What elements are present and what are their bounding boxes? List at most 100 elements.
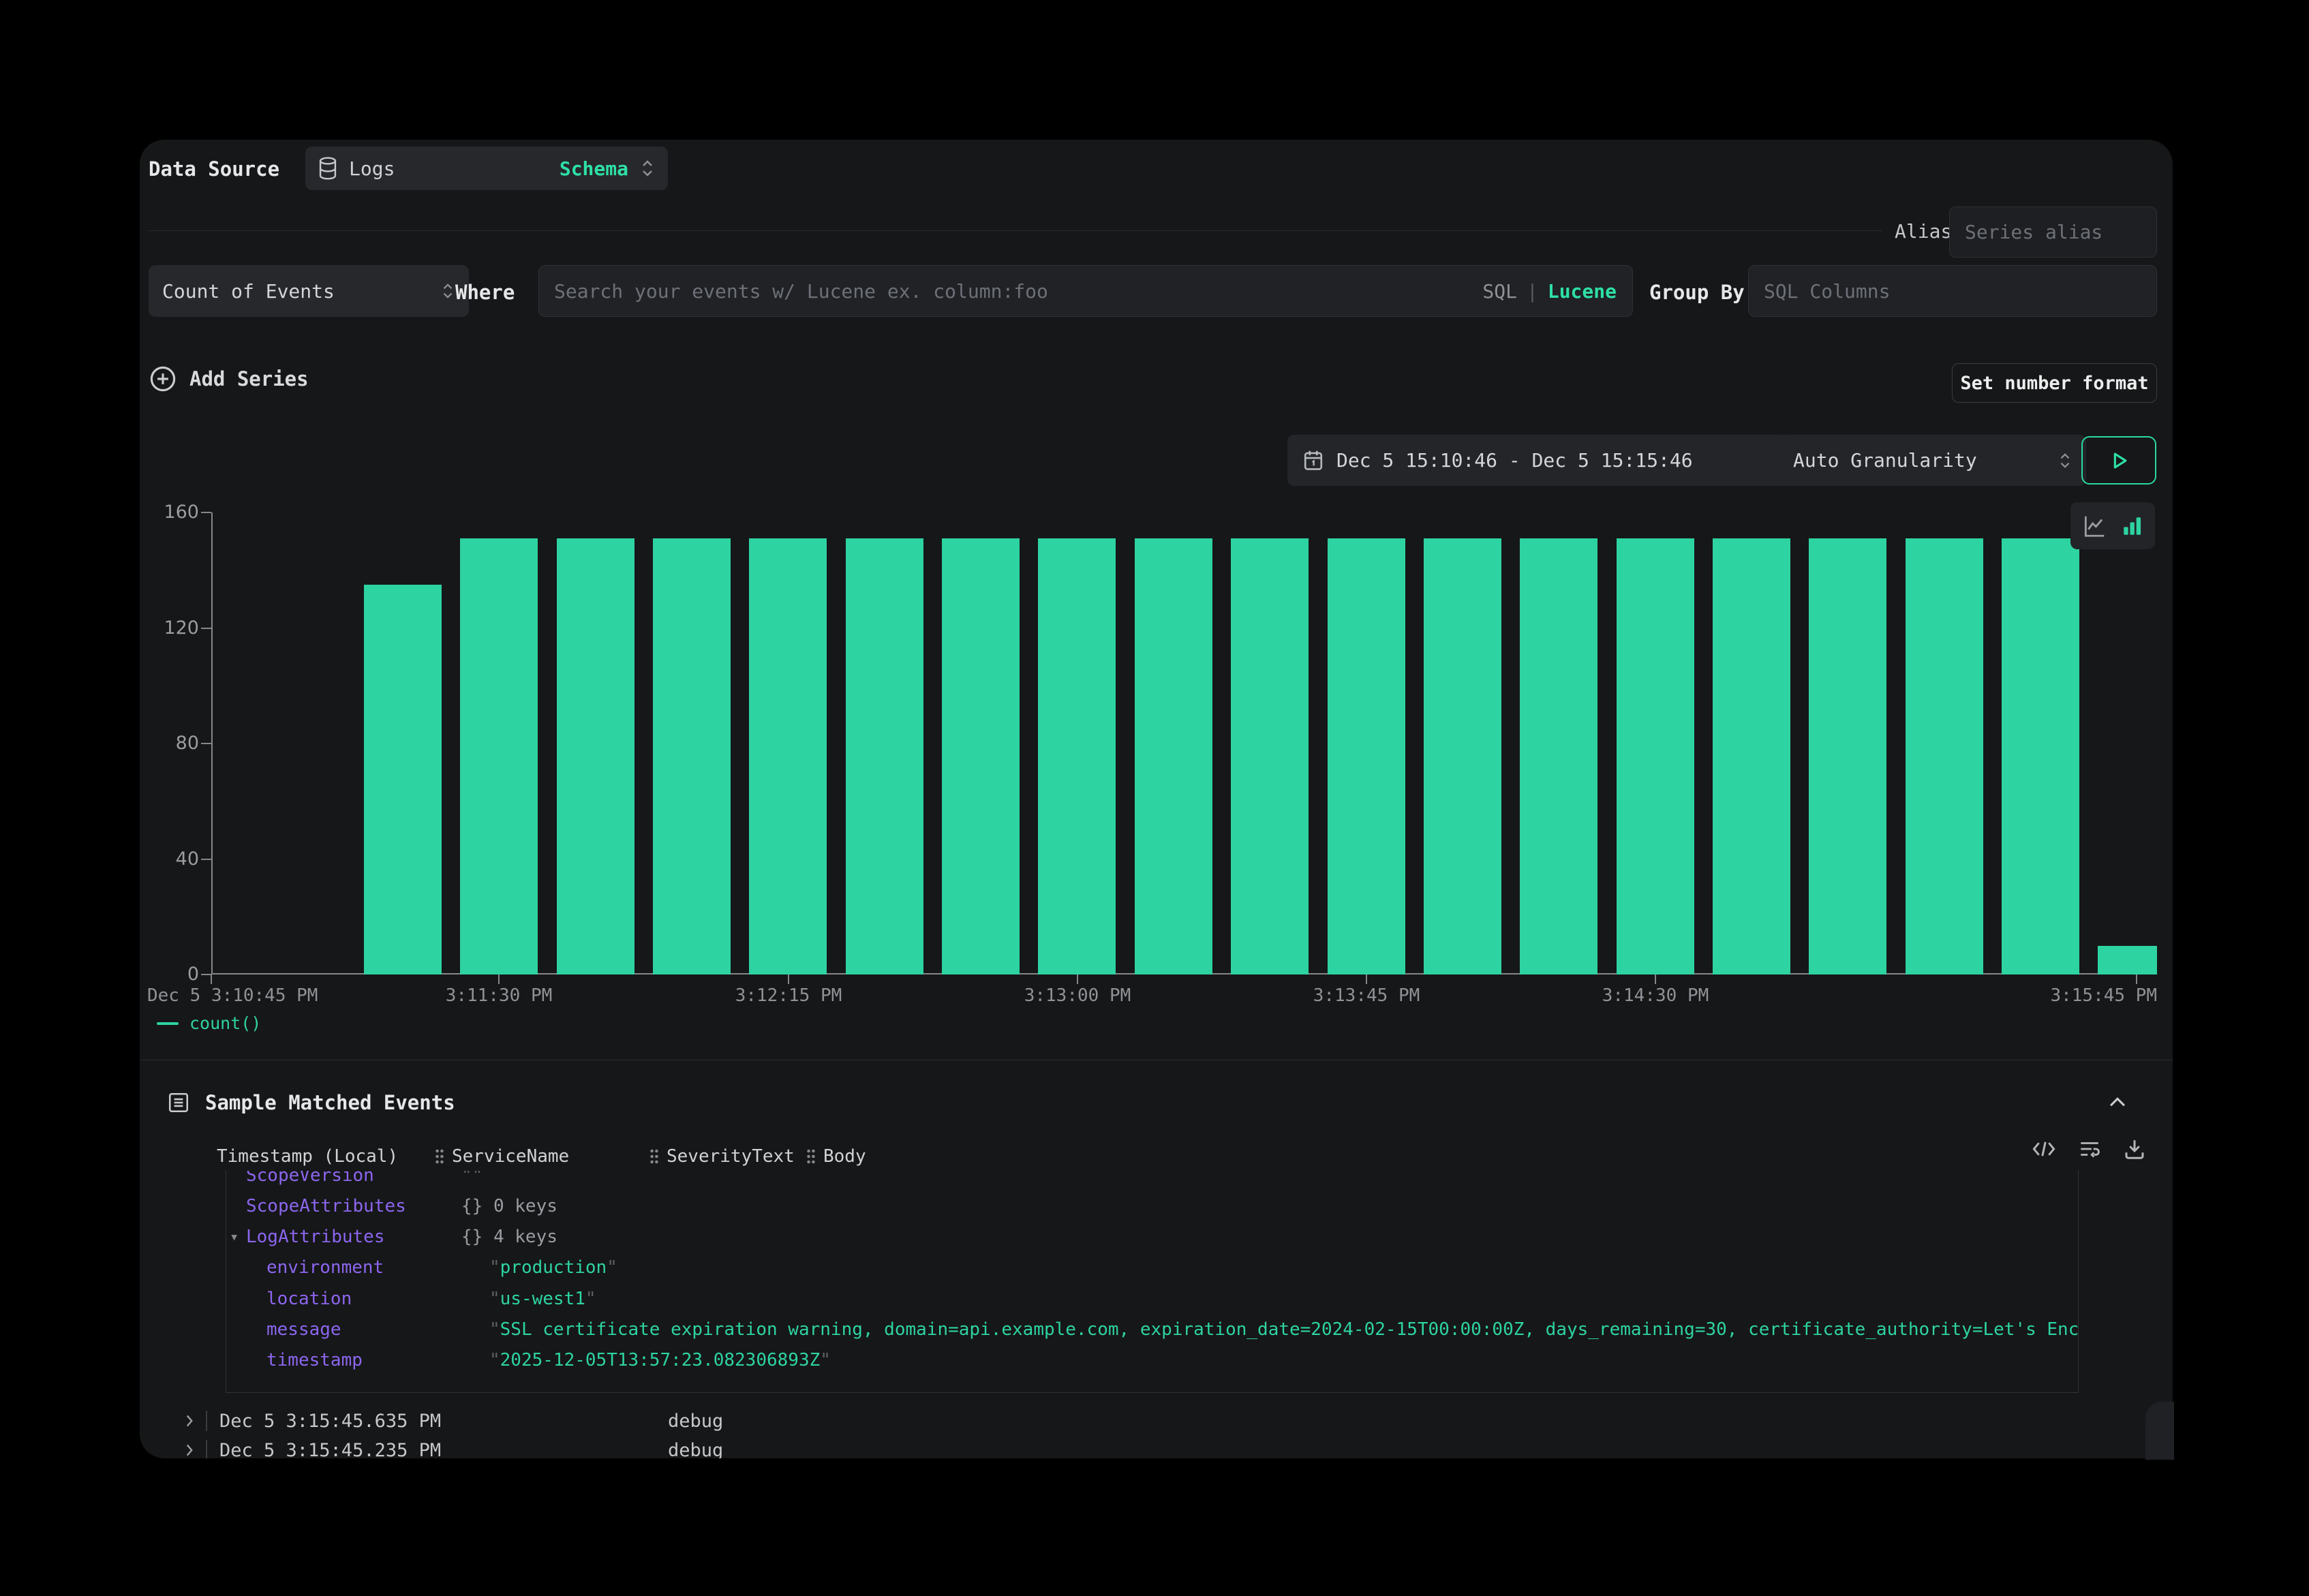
detail-key[interactable]: location bbox=[266, 1289, 352, 1309]
event-row[interactable]: Dec 5 3:15:45.635 PMdebug bbox=[140, 1406, 2173, 1436]
detail-row[interactable]: location"us-west1" bbox=[226, 1283, 2078, 1314]
wrap-text-icon[interactable] bbox=[2077, 1137, 2102, 1161]
group-by-label: Group By bbox=[1649, 281, 1745, 304]
legend-label: count() bbox=[189, 1013, 261, 1033]
detail-row[interactable]: timestamp "2025-12-05T13:57:23.082306893Z… bbox=[226, 1345, 2078, 1376]
database-icon bbox=[318, 157, 338, 180]
detail-value: {} 4 keys bbox=[461, 1227, 557, 1247]
chart-bar[interactable] bbox=[1809, 538, 1886, 975]
quote: " bbox=[489, 1350, 500, 1370]
chart-bar[interactable] bbox=[364, 585, 442, 975]
collapse-section-button[interactable] bbox=[2106, 1091, 2129, 1114]
event-severity: debug bbox=[668, 1411, 723, 1432]
play-icon bbox=[2107, 449, 2130, 472]
series-alias-input[interactable] bbox=[1949, 206, 2157, 258]
download-icon[interactable] bbox=[2122, 1137, 2147, 1161]
chart-bar[interactable] bbox=[1906, 538, 1983, 975]
detail-key[interactable]: LogAttributes bbox=[246, 1227, 385, 1247]
group-by-input[interactable] bbox=[1748, 265, 2157, 317]
column-header-servicename[interactable]: ServiceName bbox=[434, 1141, 569, 1171]
detail-key[interactable]: ScopeAttributes bbox=[246, 1196, 406, 1216]
run-query-button[interactable] bbox=[2081, 436, 2156, 485]
chart-bar[interactable] bbox=[1424, 538, 1501, 975]
triangle-down-icon[interactable]: ▾ bbox=[230, 1229, 239, 1246]
chart-bar[interactable] bbox=[846, 538, 923, 975]
set-number-format-button[interactable]: Set number format bbox=[1952, 363, 2157, 403]
y-tick bbox=[201, 628, 211, 629]
detail-key[interactable]: message bbox=[266, 1319, 341, 1340]
column-header-timestamp-local-[interactable]: Timestamp (Local) bbox=[217, 1141, 398, 1171]
y-tick-label: 0 bbox=[140, 964, 199, 985]
bar-chart-icon[interactable] bbox=[2121, 513, 2144, 539]
chart-bar[interactable] bbox=[1038, 538, 1116, 975]
detail-key[interactable]: timestamp bbox=[266, 1350, 363, 1370]
detail-row[interactable]: ▾ LogAttributes {} 4 keys bbox=[226, 1222, 2078, 1253]
y-tick bbox=[201, 859, 211, 860]
column-header-label: ServiceName bbox=[452, 1146, 569, 1167]
column-header-body[interactable]: Body bbox=[806, 1141, 866, 1171]
chart-bar[interactable] bbox=[1328, 538, 1405, 975]
aggregation-value: Count of Events bbox=[162, 280, 335, 303]
aggregation-select[interactable]: Count of Events bbox=[149, 265, 469, 317]
chart-bar[interactable] bbox=[1135, 538, 1212, 975]
detail-row[interactable]: ScopeVersion"" bbox=[226, 1171, 2078, 1191]
detail-key[interactable]: ScopeVersion bbox=[246, 1171, 374, 1186]
lucene-toggle[interactable]: Lucene bbox=[1548, 280, 1617, 303]
chart-bar[interactable] bbox=[749, 538, 827, 975]
detail-row[interactable]: message"SSL certificate expiration warni… bbox=[226, 1315, 2078, 1345]
chart-legend[interactable]: count() bbox=[157, 1013, 261, 1033]
column-header-severitytext[interactable]: SeverityText bbox=[649, 1141, 795, 1171]
string-value: production bbox=[500, 1257, 607, 1278]
language-toggle[interactable]: SQL | Lucene bbox=[1482, 265, 1617, 317]
sql-toggle[interactable]: SQL bbox=[1482, 280, 1517, 303]
granularity-select[interactable]: Auto Granularity bbox=[1779, 435, 2086, 486]
time-range-picker[interactable]: Dec 5 15:10:46 - Dec 5 15:15:46 bbox=[1287, 435, 1788, 486]
chart-bar[interactable] bbox=[1713, 538, 1790, 975]
detail-value: {} 0 keys bbox=[461, 1196, 557, 1216]
quote: " bbox=[489, 1319, 500, 1340]
x-tick-label: 3:11:30 PM bbox=[446, 985, 553, 1006]
events-table-header: Timestamp (Local) ServiceName SeverityText… bbox=[140, 1141, 2173, 1171]
column-header-label: SeverityText bbox=[667, 1146, 795, 1167]
x-tick-label: 3:13:45 PM bbox=[1313, 985, 1420, 1006]
chevron-right-icon[interactable] bbox=[181, 1441, 198, 1458]
object-keys-count: 4 keys bbox=[493, 1227, 557, 1247]
quote: " bbox=[461, 1171, 472, 1186]
event-row[interactable]: Dec 5 3:15:45.235 PMdebug bbox=[140, 1435, 2173, 1458]
chart-bar[interactable] bbox=[2098, 946, 2157, 975]
column-header-label: Body bbox=[823, 1146, 866, 1167]
sample-events-header[interactable]: Sample Matched Events bbox=[167, 1091, 455, 1114]
add-series-button[interactable]: Add Series bbox=[149, 365, 309, 393]
code-icon[interactable] bbox=[2031, 1137, 2057, 1161]
detail-row[interactable]: ScopeAttributes {} 0 keys bbox=[226, 1191, 2078, 1221]
chart-bar[interactable] bbox=[557, 538, 634, 975]
event-detail-panel: ScopeVersion " " ScopeAttributes {} 0 keys ▾ L… bbox=[226, 1171, 2079, 1393]
detail-row[interactable]: environment"production" bbox=[226, 1253, 2078, 1283]
line-chart-icon[interactable] bbox=[2081, 513, 2107, 539]
event-severity: debug bbox=[668, 1440, 723, 1459]
chevron-right-icon[interactable] bbox=[181, 1412, 198, 1430]
chart-bar[interactable] bbox=[460, 538, 538, 975]
chart-bar[interactable] bbox=[1617, 538, 1694, 975]
chevron-updown-icon bbox=[2058, 450, 2073, 471]
grip-vertical-icon[interactable] bbox=[434, 1148, 445, 1165]
string-value: 2025-12-05T13:57:23.082306893Z bbox=[500, 1350, 821, 1370]
x-tick bbox=[2136, 975, 2137, 984]
grip-vertical-icon[interactable] bbox=[806, 1148, 816, 1165]
chart-bar[interactable] bbox=[1231, 538, 1309, 975]
data-source-select[interactable]: Logs Schema bbox=[305, 147, 668, 190]
y-tick bbox=[201, 974, 211, 975]
chart-bar[interactable] bbox=[942, 538, 1020, 975]
grip-vertical-icon[interactable] bbox=[649, 1148, 660, 1165]
chart-bar[interactable] bbox=[653, 538, 731, 975]
chart-bar[interactable] bbox=[2002, 538, 2079, 975]
x-tick-label: 3:12:15 PM bbox=[735, 985, 842, 1006]
detail-key[interactable]: environment bbox=[266, 1257, 384, 1278]
chart-plot: 04080120160Dec 5 3:10:45 PM3:11:30 PM3:1… bbox=[211, 512, 2157, 975]
y-tick-label: 80 bbox=[140, 733, 199, 754]
search-input[interactable] bbox=[538, 265, 1633, 317]
schema-link[interactable]: Schema bbox=[560, 157, 628, 180]
set-number-format-label: Set number format bbox=[1960, 373, 2148, 394]
granularity-value: Auto Granularity bbox=[1793, 449, 1977, 472]
chart-bar[interactable] bbox=[1520, 538, 1597, 975]
